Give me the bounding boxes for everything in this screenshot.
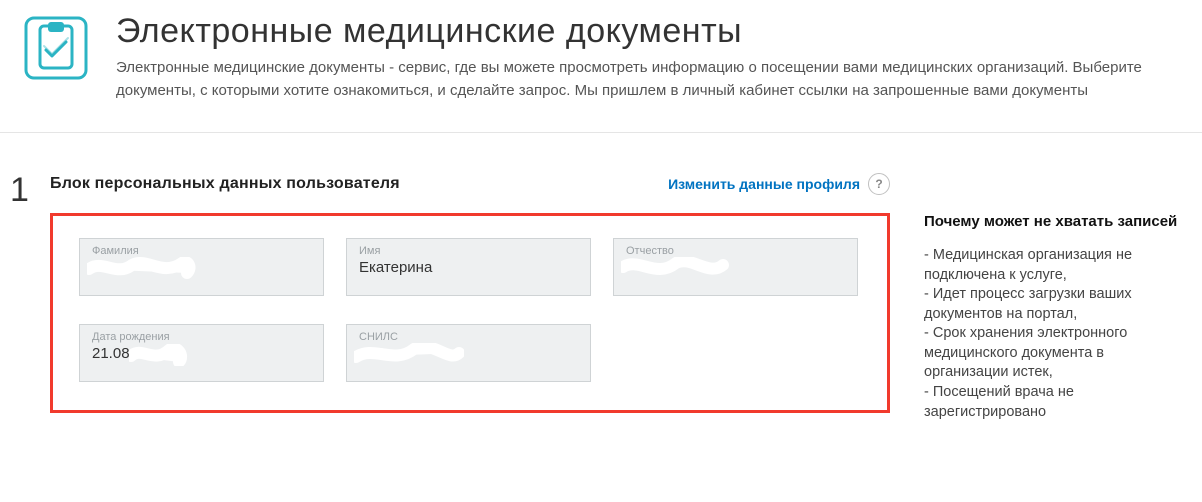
field-label: Имя bbox=[359, 245, 578, 257]
patronymic-field[interactable]: Отчество bbox=[613, 238, 858, 296]
page-title: Электронные медицинские документы bbox=[116, 12, 1182, 51]
field-label: СНИЛС bbox=[359, 331, 578, 343]
redaction-mark bbox=[626, 259, 716, 275]
redaction-mark bbox=[134, 346, 194, 362]
edit-profile-link[interactable]: Изменить данные профиля bbox=[668, 176, 860, 192]
field-value: 21.08. bbox=[92, 345, 134, 362]
list-item: - Идет процесс загрузки ваших документов… bbox=[924, 285, 1188, 324]
redaction-mark bbox=[359, 345, 449, 361]
sidebar-reasons-list: - Медицинская организация не подключена … bbox=[924, 246, 1188, 422]
snils-field[interactable]: СНИЛС bbox=[346, 324, 591, 382]
personal-data-block: Фамилия Имя Екатерина Отчество bbox=[50, 213, 890, 413]
page-subtitle: Электронные медицинские документы - серв… bbox=[116, 57, 1182, 102]
field-value: Екатерина bbox=[359, 259, 578, 276]
surname-field[interactable]: Фамилия bbox=[79, 238, 324, 296]
section-title: Блок персональных данных пользователя bbox=[50, 175, 400, 193]
step-number: 1 bbox=[10, 173, 50, 422]
list-item: - Медицинская организация не подключена … bbox=[924, 246, 1188, 285]
field-label: Фамилия bbox=[92, 245, 311, 257]
field-label: Отчество bbox=[626, 245, 845, 257]
dob-field[interactable]: Дата рождения 21.08. bbox=[79, 324, 324, 382]
help-button[interactable]: ? bbox=[868, 173, 890, 195]
name-field[interactable]: Имя Екатерина bbox=[346, 238, 591, 296]
redaction-mark bbox=[92, 259, 182, 275]
field-label: Дата рождения bbox=[92, 331, 311, 343]
list-item: - Срок хранения электронного медицинског… bbox=[924, 324, 1188, 383]
medical-document-icon bbox=[20, 12, 92, 84]
sidebar-title: Почему может не хватать записей bbox=[924, 213, 1188, 230]
list-item: - Посещений врача не зарегистрировано bbox=[924, 383, 1188, 422]
